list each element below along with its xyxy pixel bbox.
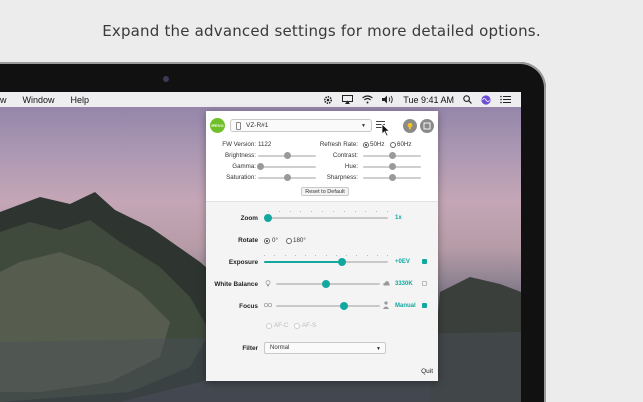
expand-icon <box>423 122 431 130</box>
rotate-label: Rotate <box>238 237 258 244</box>
zoom-label: Zoom <box>240 215 258 222</box>
caption: Expand the advanced settings for more de… <box>102 22 541 40</box>
siri-icon[interactable] <box>481 94 491 105</box>
brightness-label: Brightness: <box>225 152 256 159</box>
bulb-icon <box>265 280 271 287</box>
brightness-slider-knob[interactable] <box>283 152 291 159</box>
hue-label: Hue: <box>344 163 358 170</box>
advanced-settings-section <box>206 201 438 381</box>
quit-button[interactable]: Quit <box>421 368 433 375</box>
zoom-slider[interactable] <box>268 217 388 219</box>
focus-lock-icon[interactable] <box>422 303 427 308</box>
af-s-radio[interactable] <box>294 323 300 329</box>
settings-gear-icon[interactable] <box>323 95 333 105</box>
rotate-180-label: 180° <box>293 237 306 244</box>
refresh-rate-label: Refresh Rate: <box>319 141 358 148</box>
rotate-180-radio[interactable] <box>286 238 292 244</box>
refresh-60hz-label: 60Hz <box>397 141 412 148</box>
white-balance-lock-icon[interactable] <box>422 281 427 286</box>
zoom-slider-knob[interactable] <box>264 214 272 222</box>
menu-item-window[interactable]: Window <box>23 95 55 105</box>
device-name: VZ-R#1 <box>246 122 269 129</box>
rotate-0-label: 0° <box>272 237 278 244</box>
rotate-0-radio[interactable] <box>264 238 270 244</box>
white-balance-slider-knob[interactable] <box>321 280 330 288</box>
white-balance-value: 3330K <box>395 281 413 287</box>
white-balance-label: White Balance <box>214 281 258 288</box>
filter-label: Filter <box>242 345 258 352</box>
zoom-ticks <box>268 211 388 213</box>
focus-label: Focus <box>239 303 258 310</box>
refresh-50hz-radio[interactable] <box>363 142 369 148</box>
exposure-lock-icon[interactable] <box>422 259 427 264</box>
contrast-label: Contrast: <box>332 152 358 159</box>
hue-slider-knob[interactable] <box>388 163 396 170</box>
sharpness-slider-knob[interactable] <box>388 174 396 181</box>
saturation-label: Saturation: <box>226 174 256 181</box>
refresh-50hz-label: 50Hz <box>370 141 385 148</box>
menu-bar: w Window Help Tue 9:41 AM <box>0 92 521 107</box>
device-selector[interactable]: VZ-R#1 ▼ <box>230 119 372 132</box>
fw-version-label: FW Version: <box>222 141 256 148</box>
fullscreen-button[interactable] <box>420 119 434 133</box>
menu-item-app[interactable]: w <box>0 95 7 105</box>
af-s-label: AF-S <box>302 322 317 329</box>
af-c-radio[interactable] <box>266 323 272 329</box>
basic-settings-section: IPEVO VZ-R#1 ▼ FW Version: 1122 Refresh … <box>206 111 438 201</box>
exposure-value: +0EV <box>395 259 410 265</box>
snapshot-button[interactable] <box>403 119 417 133</box>
focus-far-icon <box>383 301 389 309</box>
cloud-icon <box>383 281 390 286</box>
gamma-label: Gamma: <box>232 163 256 170</box>
airplay-icon[interactable] <box>342 95 354 104</box>
contrast-slider-knob[interactable] <box>388 152 396 159</box>
gamma-slider-knob[interactable] <box>257 163 265 170</box>
filter-dropdown[interactable]: Normal ▼ <box>264 342 386 354</box>
reset-to-default-button[interactable]: Reset to Default <box>301 187 349 196</box>
zoom-value: 1x <box>395 215 402 221</box>
webcam <box>163 76 169 82</box>
search-icon[interactable] <box>463 95 472 104</box>
refresh-60hz-radio[interactable] <box>390 142 396 148</box>
chevron-down-icon: ▼ <box>361 123 366 129</box>
sharpness-label: Sharpness: <box>326 174 358 181</box>
chevron-down-icon: ▼ <box>376 346 381 352</box>
focus-near-icon <box>264 302 272 308</box>
fw-version-value: 1122 <box>258 141 272 148</box>
exposure-label: Exposure <box>228 259 258 266</box>
list-icon[interactable] <box>500 95 511 104</box>
af-c-label: AF-C <box>274 322 289 329</box>
exposure-slider-fill <box>264 261 343 263</box>
brand-badge: IPEVO <box>210 118 225 133</box>
exposure-ticks <box>264 255 388 257</box>
focus-value: Manual <box>395 303 416 309</box>
mouse-pointer-icon <box>381 123 391 137</box>
gamma-slider[interactable] <box>258 166 316 168</box>
focus-slider[interactable] <box>276 305 380 307</box>
volume-icon[interactable] <box>382 95 394 104</box>
menu-item-help[interactable]: Help <box>71 95 90 105</box>
menubar-clock[interactable]: Tue 9:41 AM <box>403 95 454 105</box>
focus-slider-knob[interactable] <box>339 302 348 310</box>
filter-value: Normal <box>270 345 290 351</box>
camera-device-icon <box>236 121 241 130</box>
camera-settings-panel: IPEVO VZ-R#1 ▼ FW Version: 1122 Refresh … <box>206 111 438 381</box>
wifi-icon[interactable] <box>362 95 374 104</box>
lightbulb-icon <box>407 122 413 130</box>
saturation-slider-knob[interactable] <box>283 174 291 181</box>
